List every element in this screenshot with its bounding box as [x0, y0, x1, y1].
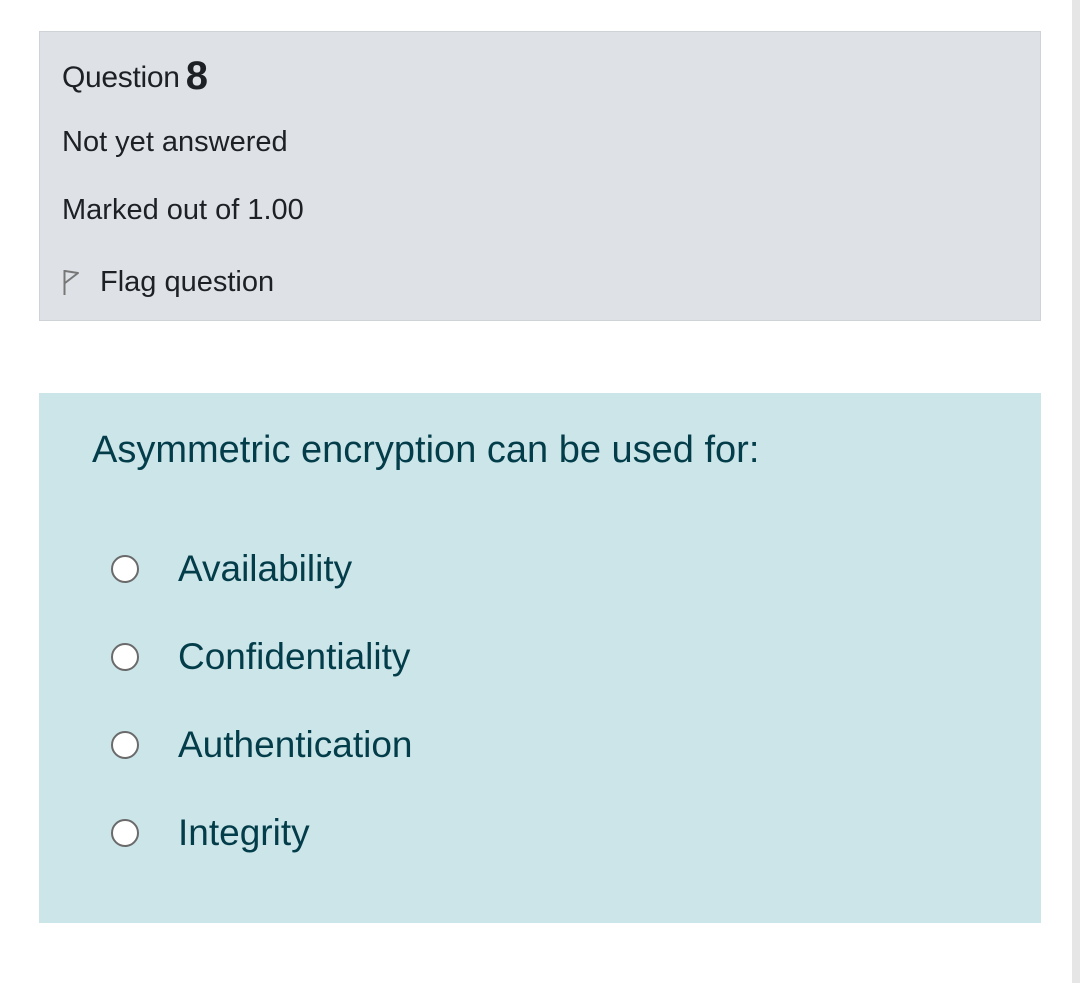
answer-label: Confidentiality — [178, 636, 411, 677]
radio-unchecked-icon[interactable] — [111, 643, 139, 671]
question-grade: Marked out of 1.00 — [62, 194, 304, 226]
radio-unchecked-icon[interactable] — [111, 819, 139, 847]
answer-option-integrity[interactable]: Integrity — [111, 812, 310, 854]
answer-option-confidentiality[interactable]: Confidentiality — [111, 636, 410, 678]
question-text: Asymmetric encryption can be used for: — [92, 429, 760, 471]
scrollbar-edge — [1072, 0, 1080, 983]
radio-unchecked-icon[interactable] — [111, 555, 139, 583]
question-state: Not yet answered — [62, 126, 288, 158]
answer-label: Availability — [178, 548, 353, 589]
flag-question-button[interactable]: Flag question — [62, 262, 274, 302]
flag-question-label: Flag question — [100, 265, 275, 298]
answer-option-authentication[interactable]: Authentication — [111, 724, 413, 766]
question-heading: Question 8 — [62, 54, 208, 99]
question-label: Question — [62, 61, 180, 94]
radio-unchecked-icon[interactable] — [111, 731, 139, 759]
flag-icon — [62, 267, 80, 297]
question-number: 8 — [185, 54, 208, 98]
answer-option-availability[interactable]: Availability — [111, 548, 352, 590]
answer-label: Authentication — [178, 724, 413, 765]
question-content-panel: Asymmetric encryption can be used for: A… — [39, 393, 1041, 923]
answer-label: Integrity — [178, 812, 310, 853]
question-info-panel: Question 8 Not yet answered Marked out of… — [39, 31, 1041, 321]
